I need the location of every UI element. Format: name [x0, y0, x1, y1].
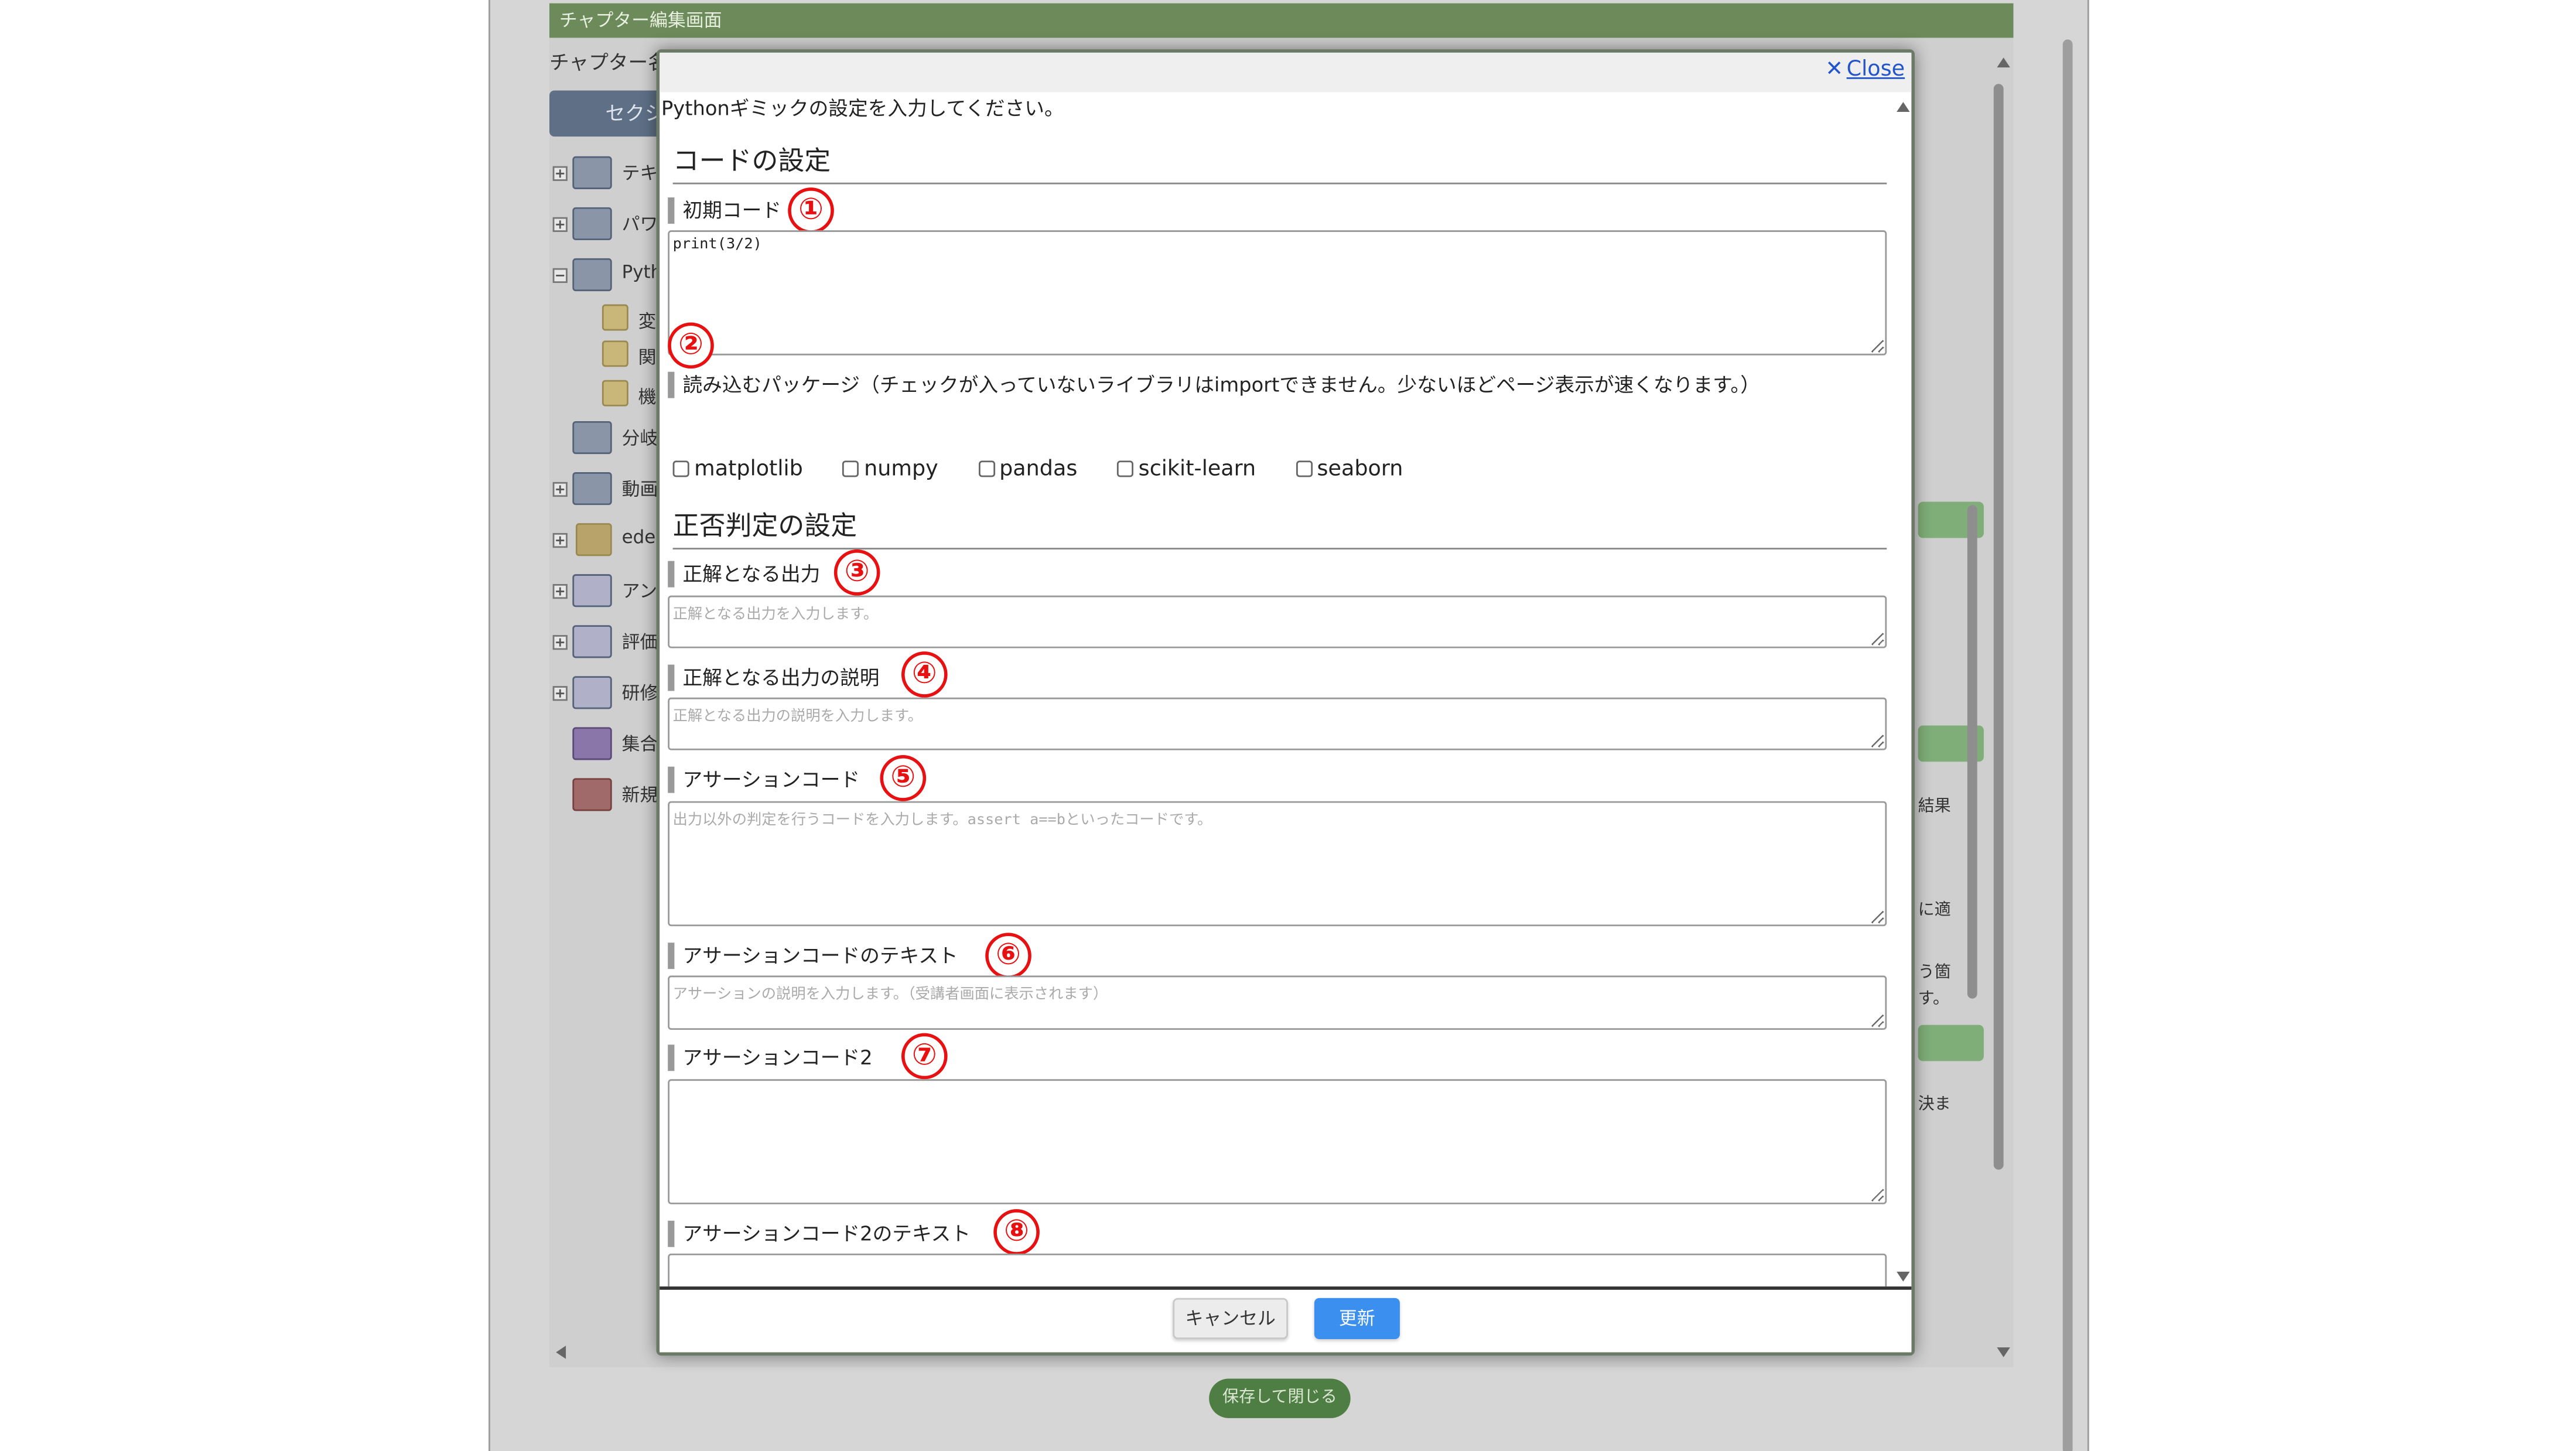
section-button[interactable]: セクシ	[549, 90, 671, 137]
packages-label: 読み込むパッケージ（チェックが入っていないライブラリはimportできません。少…	[668, 371, 1760, 398]
slide-icon	[572, 472, 612, 506]
right-text: す。	[1918, 990, 1949, 1009]
tree-item-3[interactable]: Pyth	[549, 258, 665, 292]
expand-icon[interactable]	[552, 166, 568, 181]
marker-3: ③	[833, 549, 880, 596]
package-matplotlib[interactable]: matplotlib	[672, 458, 803, 482]
assertion-text2-input[interactable]	[668, 1254, 1887, 1287]
assertion-text2-label: アサーションコード2のテキスト	[668, 1220, 971, 1247]
dialog-scroll-down-icon[interactable]	[1897, 1271, 1910, 1282]
chapter-name-label: チャプター名	[549, 51, 668, 74]
person-icon	[575, 523, 612, 556]
tree-item-7[interactable]: アン	[549, 574, 665, 607]
scroll-left-icon[interactable]	[556, 1346, 566, 1359]
correct-output-label: 正解となる出力	[668, 561, 820, 588]
page-inner-scrollbar[interactable]	[1990, 61, 2007, 1361]
dialog-footer: キャンセル 更新	[660, 1286, 1912, 1353]
package-seaborn[interactable]: seaborn	[1296, 458, 1403, 482]
expand-icon[interactable]	[552, 532, 568, 548]
tree-item-6[interactable]: eden	[549, 523, 667, 556]
right-text: に適	[1918, 902, 1951, 920]
slide-icon	[572, 421, 612, 455]
questionnaire-icon	[572, 574, 612, 607]
correct-output-description-label: 正解となる出力の説明	[668, 664, 880, 691]
marker-6: ⑥	[985, 933, 1031, 979]
checkbox[interactable]	[1117, 459, 1134, 477]
expand-icon[interactable]	[552, 635, 568, 650]
cancel-button[interactable]: キャンセル	[1173, 1298, 1288, 1340]
package-pandas[interactable]: pandas	[978, 458, 1077, 482]
assertion-code-label: アサーションコード	[668, 766, 860, 793]
scrollbar-thumb[interactable]	[2062, 39, 2073, 1451]
expand-icon[interactable]	[552, 583, 568, 599]
expand-icon[interactable]	[552, 482, 568, 497]
right-text: う箇	[1918, 964, 1951, 982]
pdf-icon	[572, 778, 612, 811]
tree-subitem-1[interactable]: 変	[549, 304, 665, 337]
initial-code-label: 初期コード	[668, 197, 781, 224]
marker-8: ⑧	[993, 1209, 1040, 1255]
note-icon	[602, 380, 628, 407]
questionnaire-icon	[572, 676, 612, 709]
python-gimmick-dialog: ✕ Close Pythonギミックの設定を入力してください。 コードの設定 初期…	[656, 49, 1915, 1356]
close-link[interactable]: ✕ Close	[1825, 57, 1905, 82]
dialog-titlebar: ✕ Close	[660, 52, 1912, 93]
code-settings-heading: コードの設定	[672, 138, 1887, 185]
note-icon	[602, 304, 628, 331]
tree-item-5[interactable]: 動画	[549, 472, 665, 506]
slide-icon	[572, 207, 612, 241]
editor-scrollbar[interactable]	[1964, 482, 1980, 1371]
note-icon	[602, 340, 628, 367]
right-text: 決ま	[1918, 1095, 1951, 1114]
slide-icon	[572, 156, 612, 189]
package-scikit-learn[interactable]: scikit-learn	[1117, 458, 1256, 482]
assertion-code2-label: アサーションコード2	[668, 1044, 873, 1071]
tree-item-2[interactable]: パワ	[549, 207, 665, 241]
initial-code-input[interactable]	[668, 230, 1887, 356]
judge-settings-heading: 正否判定の設定	[672, 503, 1887, 550]
right-text: 結果	[1918, 798, 1951, 816]
save-and-close-button[interactable]: 保存して閉じる	[1209, 1378, 1351, 1418]
marker-1: ①	[788, 187, 834, 234]
marker-7: ⑦	[901, 1033, 948, 1080]
tree-item-4[interactable]: 分岐	[549, 421, 665, 455]
tree-item-9[interactable]: 研修	[549, 676, 665, 709]
slide-icon	[572, 258, 612, 292]
expand-icon[interactable]	[552, 686, 568, 701]
marker-4: ④	[901, 651, 948, 698]
package-checkbox-row: matplotlib numpy pandas scikit-learn sea…	[672, 458, 1436, 482]
questionnaire-icon	[572, 625, 612, 658]
checkbox[interactable]	[978, 459, 995, 477]
assertion-code-input[interactable]	[668, 801, 1887, 927]
assertion-text-input[interactable]	[668, 975, 1887, 1030]
marker-5: ⑤	[880, 755, 927, 801]
tree-subitem-2[interactable]: 関	[549, 340, 665, 373]
assertion-code2-input[interactable]	[668, 1079, 1887, 1204]
close-icon: ✕	[1825, 57, 1844, 83]
checkbox[interactable]	[672, 459, 689, 477]
tree-item-1[interactable]: テキ	[549, 156, 665, 189]
people-icon	[572, 727, 612, 760]
collapse-icon[interactable]	[552, 268, 568, 284]
tree-subitem-3[interactable]: 機	[549, 380, 665, 413]
scrollbar-thumb[interactable]	[1967, 505, 1977, 999]
package-numpy[interactable]: numpy	[842, 458, 938, 482]
update-button[interactable]: 更新	[1314, 1298, 1400, 1340]
scrollbar-thumb[interactable]	[1993, 84, 2004, 1170]
correct-output-description-input[interactable]	[668, 697, 1887, 750]
marker-2: ②	[668, 322, 714, 369]
expand-icon[interactable]	[552, 217, 568, 232]
dialog-scroll-up-icon[interactable]	[1897, 102, 1910, 112]
tree-item-8[interactable]: 評価	[549, 625, 665, 658]
checkbox[interactable]	[842, 459, 859, 477]
tree-item-10[interactable]: 集合	[549, 727, 665, 760]
checkbox[interactable]	[1296, 459, 1313, 477]
dialog-body: Pythonギミックの設定を入力してください。 コードの設定 初期コード ① ②…	[660, 92, 1911, 1287]
page-title: チャプター編集画面	[549, 3, 2014, 38]
dialog-intro: Pythonギミックの設定を入力してください。	[661, 97, 1064, 121]
tree-item-11[interactable]: 新規	[549, 778, 665, 811]
correct-output-input[interactable]	[668, 595, 1887, 648]
page-scrollbar[interactable]	[2058, 30, 2078, 1451]
assertion-text-label: アサーションコードのテキスト	[668, 943, 958, 969]
